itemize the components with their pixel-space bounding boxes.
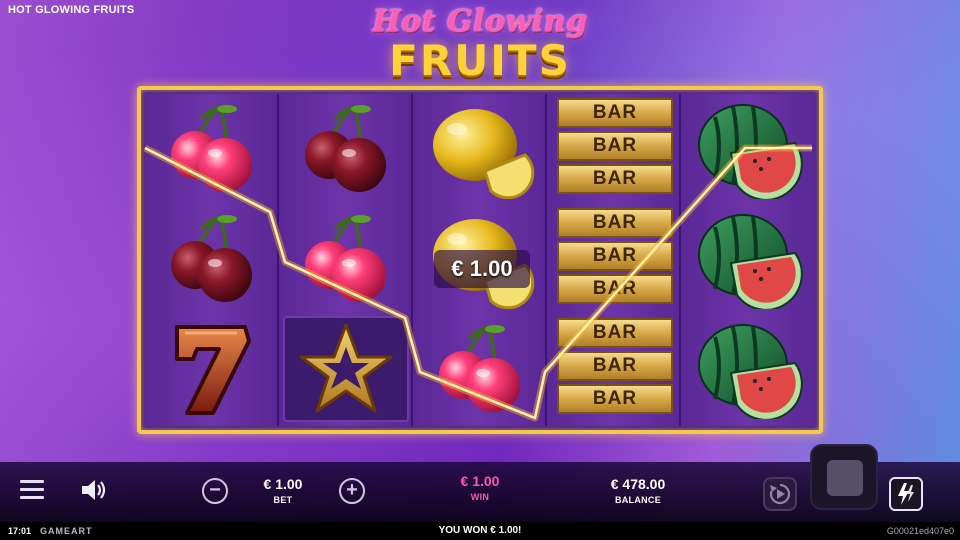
session-id: G00021ed407e0: [886, 526, 954, 536]
bar-plate: BAR: [557, 164, 673, 194]
symbol-cherry: [145, 204, 279, 314]
bar-plate: BAR: [557, 241, 673, 271]
bar-plate: BAR: [557, 318, 673, 348]
game-name: HOT GLOWING FRUITS: [8, 4, 135, 16]
logo-line-1: Hot Glowing: [372, 4, 588, 39]
reel-5: [681, 94, 815, 426]
symbol-watermelon: [681, 94, 815, 204]
balance-value: € 478.00: [610, 476, 666, 492]
bet-label: BET: [273, 495, 293, 505]
lightning-icon: [898, 483, 914, 505]
symbol-cherry: [145, 94, 279, 204]
reel-1: [145, 94, 279, 426]
symbol-triple-bar: BAR BAR BAR: [547, 204, 681, 314]
clock: 17:01: [8, 526, 32, 536]
symbol-watermelon: [681, 204, 815, 314]
triple-bar-icon: BAR BAR BAR: [557, 318, 673, 417]
symbol-cherry: [279, 204, 413, 314]
footer: 17:01 GAMEART YOU WON € 1.00! G00021ed40…: [0, 522, 960, 540]
menu-icon: [20, 480, 44, 483]
balance-display: € 478.00 BALANCE: [596, 476, 680, 505]
spin-button[interactable]: [810, 444, 878, 510]
symbol-cherry: [279, 94, 413, 204]
win-value: € 1.00: [460, 473, 500, 489]
sound-icon[interactable]: [80, 478, 108, 502]
reel-2: [279, 94, 413, 426]
symbol-watermelon: [681, 314, 815, 424]
bar-plate: BAR: [557, 351, 673, 381]
symbol-triple-bar: BAR BAR BAR: [547, 94, 681, 204]
decrease-bet-button[interactable]: −: [202, 478, 228, 504]
balance-label: BALANCE: [614, 495, 662, 505]
provider-logo: GAMEART: [40, 526, 93, 536]
increase-bet-button[interactable]: +: [339, 478, 365, 504]
bar-plate: BAR: [557, 208, 673, 238]
symbol-seven: [145, 314, 279, 424]
triple-bar-icon: BAR BAR BAR: [557, 208, 673, 307]
turbo-button[interactable]: [889, 477, 923, 511]
autoplay-icon: [769, 483, 791, 505]
symbol-star: [279, 314, 413, 424]
autoplay-button[interactable]: [763, 477, 797, 511]
status-message: YOU WON € 1.00!: [438, 525, 522, 536]
logo-line-2: FRUITS: [389, 36, 571, 85]
triple-bar-icon: BAR BAR BAR: [557, 98, 673, 197]
stop-icon: [827, 460, 863, 496]
win-display: € 1.00 WIN: [445, 473, 515, 502]
symbol-lemon: [413, 94, 547, 204]
symbol-cherry: [413, 314, 547, 424]
bar-plate: BAR: [557, 384, 673, 414]
win-label: WIN: [470, 492, 490, 502]
bet-display: € 1.00 BET: [250, 476, 316, 505]
bar-plate: BAR: [557, 274, 673, 304]
bet-value: € 1.00: [263, 476, 303, 492]
menu-button[interactable]: [20, 480, 44, 500]
reel-4: BAR BAR BAR BAR BAR BAR BAR BAR BAR: [547, 94, 681, 426]
game-logo: Hot Glowing FRUITS: [340, 4, 620, 90]
bar-plate: BAR: [557, 131, 673, 161]
bar-plate: BAR: [557, 98, 673, 128]
win-amount-label: € 1.00: [434, 250, 530, 288]
symbol-triple-bar: BAR BAR BAR: [547, 314, 681, 424]
